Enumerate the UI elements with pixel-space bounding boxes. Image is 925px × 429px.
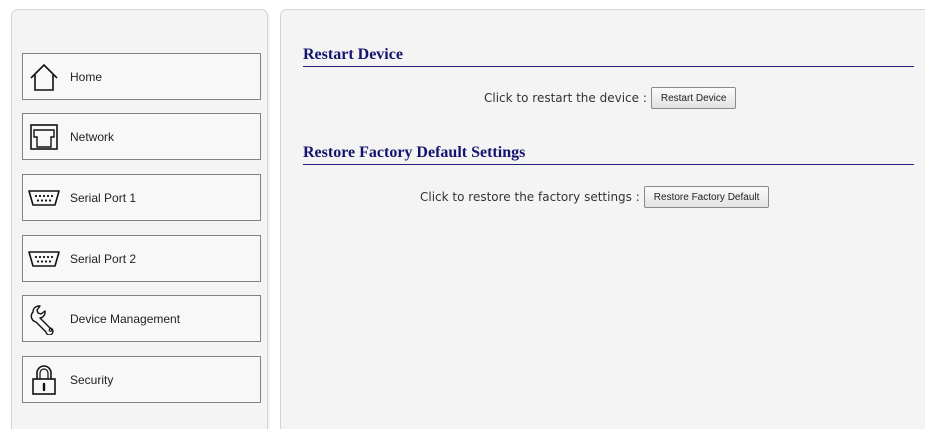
restore-factory-default-button[interactable]: Restore Factory Default — [643, 186, 770, 208]
sidebar-item-serial-port-1[interactable]: Serial Port 1 — [22, 174, 261, 221]
sidebar-item-label: Home — [70, 69, 103, 84]
main-panel: Restart Device Click to restart the devi… — [280, 9, 925, 429]
restart-device-heading: Restart Device — [303, 46, 914, 67]
sidebar-item-label: Security — [70, 372, 114, 387]
sidebar-item-device-management[interactable]: Device Management — [22, 295, 261, 342]
sidebar-item-label: Device Management — [70, 311, 181, 326]
sidebar-item-label: Network — [70, 129, 115, 144]
wrench-icon — [23, 296, 65, 341]
restart-device-prompt: Click to restart the device : — [484, 91, 647, 105]
serial-port-icon — [23, 236, 65, 281]
restore-factory-heading: Restore Factory Default Settings — [303, 144, 914, 165]
sidebar-item-home[interactable]: Home — [22, 53, 261, 100]
restore-factory-prompt: Click to restore the factory settings : — [420, 190, 640, 204]
restart-device-row: Click to restart the device : Restart De… — [484, 87, 737, 109]
serial-port-icon — [23, 175, 65, 220]
lock-icon — [23, 357, 65, 402]
network-port-icon — [23, 114, 65, 159]
sidebar-item-security[interactable]: Security — [22, 356, 261, 403]
sidebar-item-serial-port-2[interactable]: Serial Port 2 — [22, 235, 261, 282]
restart-device-button[interactable]: Restart Device — [650, 87, 737, 109]
home-icon — [23, 54, 65, 99]
sidebar-item-network[interactable]: Network — [22, 113, 261, 160]
restore-factory-row: Click to restore the factory settings : … — [420, 186, 770, 208]
sidebar-item-label: Serial Port 2 — [70, 251, 137, 266]
sidebar-item-label: Serial Port 1 — [70, 190, 137, 205]
sidebar-nav: Home Network Serial Port 1 Serial Port 2… — [11, 9, 268, 429]
